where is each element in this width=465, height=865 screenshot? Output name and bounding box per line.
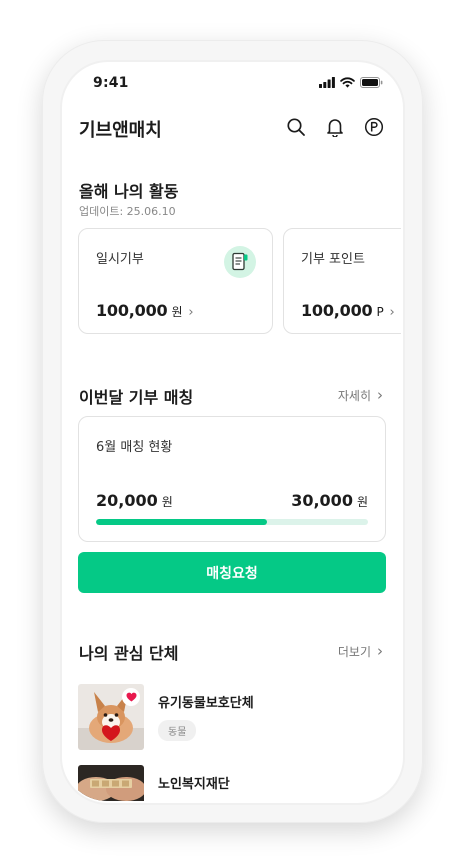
matching-card-label: 6월 매칭 현황 xyxy=(96,440,173,455)
amount-value: 100,000 xyxy=(301,301,373,320)
notification-button[interactable] xyxy=(324,116,346,138)
current-amount: 20,000 원 xyxy=(96,491,173,510)
current-amount-value: 20,000 xyxy=(96,491,158,510)
wifi-icon xyxy=(340,76,355,88)
category-tag: 동물 xyxy=(158,720,197,741)
request-matching-button[interactable]: 매칭요청 xyxy=(78,552,386,593)
donation-point-card[interactable]: 기부 포인트 100,000 P › xyxy=(283,228,401,334)
receipt-icon xyxy=(232,252,248,271)
amount-value: 100,000 xyxy=(96,301,168,320)
matching-status-card: 6월 매칭 현황 20,000 원 30,000 원 xyxy=(78,416,386,542)
activity-title: 올해 나의 활동 xyxy=(79,182,179,201)
org-name: 노인복지재단 xyxy=(158,777,230,792)
more-label: 더보기 xyxy=(337,644,371,659)
status-time: 9:41 xyxy=(93,75,129,91)
elder-thumbnail xyxy=(78,765,144,801)
amount-unit: 원 xyxy=(356,495,368,509)
list-item[interactable]: 유기동물보호단체 동물 xyxy=(78,684,254,750)
matching-progress-fill xyxy=(96,519,268,525)
favorite-badge[interactable] xyxy=(122,688,140,706)
list-item[interactable]: 노인복지재단 노인 xyxy=(78,765,230,801)
point-icon xyxy=(364,117,384,137)
goal-amount-value: 30,000 xyxy=(291,491,353,510)
chevron-right-icon: › xyxy=(377,386,383,404)
activity-cards: 일시기부 100,000 원 › 기부 포인트 100,000 P › xyxy=(78,228,401,334)
search-button[interactable] xyxy=(285,116,307,138)
detail-label: 자세히 xyxy=(337,388,371,403)
hands-image xyxy=(78,765,144,801)
heart-icon xyxy=(126,692,136,702)
one-time-donation-card[interactable]: 일시기부 100,000 원 › xyxy=(78,228,273,334)
interests-more-link[interactable]: 더보기 › xyxy=(338,642,383,660)
point-button[interactable] xyxy=(363,116,385,138)
dog-thumbnail xyxy=(78,684,144,750)
point-amount: 100,000 P › xyxy=(301,301,395,320)
search-icon xyxy=(287,118,305,136)
chevron-right-icon: › xyxy=(389,305,395,320)
goal-amount: 30,000 원 xyxy=(291,491,368,510)
donation-amount: 100,000 원 › xyxy=(96,301,194,320)
bell-icon xyxy=(327,119,343,137)
org-name: 유기동물보호단체 xyxy=(158,696,254,711)
amount-unit: 원 xyxy=(161,495,173,509)
matching-title: 이번달 기부 매칭 xyxy=(79,388,194,407)
battery-icon xyxy=(360,76,383,88)
interests-title: 나의 관심 단체 xyxy=(79,644,179,663)
chevron-right-icon: › xyxy=(188,305,194,320)
app-title: 기브앤매치 xyxy=(79,120,162,141)
org-info: 유기동물보호단체 동물 xyxy=(158,684,254,750)
card-label: 기부 포인트 xyxy=(301,252,365,267)
receipt-badge xyxy=(224,246,256,278)
chevron-right-icon: › xyxy=(377,642,383,660)
org-info: 노인복지재단 노인 xyxy=(158,765,230,801)
app-screen: 9:41 기브앤매치 올해 나의 활동 업데이트: 25.06.10 일시기부 … xyxy=(63,64,401,801)
header-actions xyxy=(285,116,385,138)
matching-progress-bar xyxy=(96,519,368,525)
signal-icon xyxy=(319,76,335,88)
updated-date: 업데이트: 25.06.10 xyxy=(79,205,176,218)
matching-detail-link[interactable]: 자세히 › xyxy=(338,386,383,404)
amount-unit: P xyxy=(376,305,384,319)
status-icons xyxy=(319,76,383,88)
amount-unit: 원 xyxy=(171,305,183,319)
card-label: 일시기부 xyxy=(96,252,144,267)
